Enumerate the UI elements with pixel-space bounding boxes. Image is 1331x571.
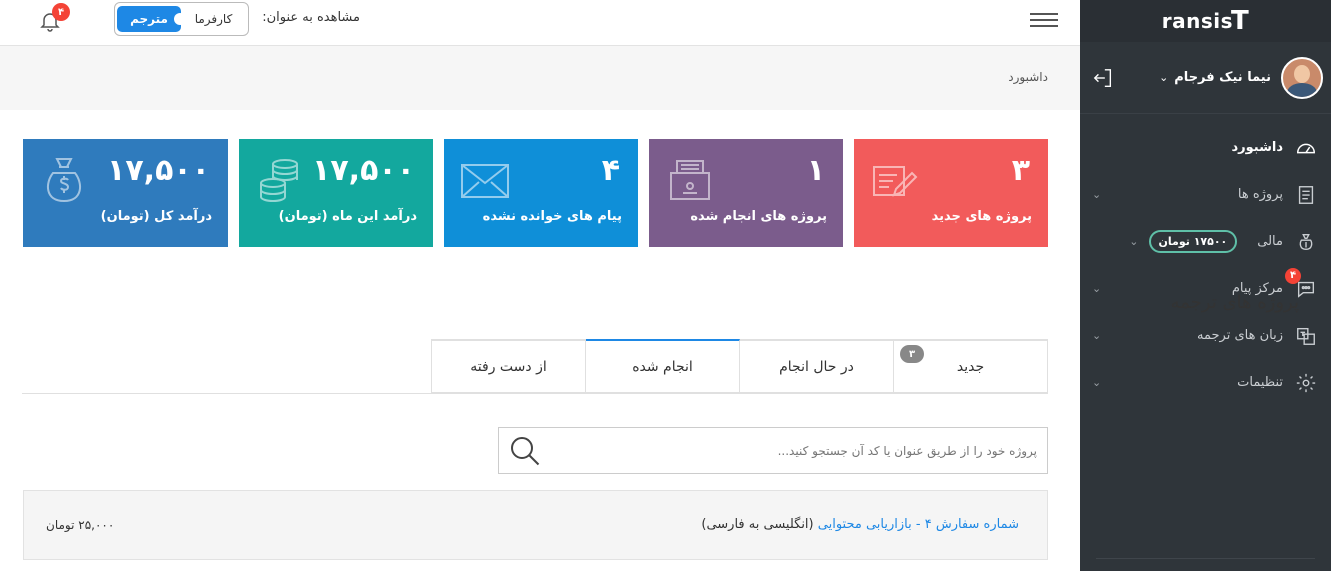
logout-icon[interactable]: [1092, 67, 1114, 89]
project-language-pair: (انگلیسی به فارسی): [701, 517, 818, 532]
project-title: شماره سفارش ۴ - بازاریابی محتوایی (انگلی…: [701, 517, 1019, 532]
project-tabs: جدید ۳ در حال انجام انجام شده از دست رفت…: [431, 339, 1048, 394]
money-bag-icon: [39, 155, 89, 205]
tab-label: در حال انجام: [779, 358, 854, 375]
sidebar-item-label: مالی: [1257, 234, 1283, 249]
tab-label: انجام شده: [632, 358, 693, 375]
stat-card-completed-projects[interactable]: ۱ پروژه های انجام شده: [649, 139, 843, 247]
notification-count-badge: ۴: [52, 3, 70, 21]
stat-value: ۱۷,۵۰۰: [312, 153, 415, 188]
top-bar: مشاهده به عنوان: کارفرما مترجم ۴: [0, 0, 1080, 46]
tab-in-progress[interactable]: در حال انجام: [739, 339, 894, 393]
sidebar: Transis نیما نیک فرجام ⌄ داشبورد پروژه ه…: [1080, 0, 1331, 571]
chevron-down-icon[interactable]: ⌄: [1092, 188, 1101, 201]
gear-icon: [1293, 370, 1319, 396]
role-employer-option[interactable]: کارفرما: [181, 12, 246, 26]
tab-label: جدید: [956, 358, 985, 375]
sidebar-divider: [1096, 558, 1315, 559]
stat-label: درآمد این ماه (تومان): [278, 209, 417, 224]
sidebar-item-label: تنظیمات: [1237, 375, 1283, 390]
stat-value: ۳: [1011, 153, 1030, 188]
search-icon[interactable]: [499, 428, 551, 473]
tab-completed[interactable]: انجام شده: [585, 339, 740, 393]
stat-value: ۴: [601, 153, 620, 188]
edit-note-icon: [870, 155, 920, 205]
chevron-down-icon[interactable]: ⌄: [1092, 282, 1101, 295]
chevron-down-icon[interactable]: ⌄: [1159, 71, 1168, 84]
stat-card-total-income[interactable]: ۱۷,۵۰۰ درآمد کل (تومان): [23, 139, 228, 247]
tab-label: از دست رفته: [470, 358, 547, 375]
stat-label: پیام های خوانده نشده: [482, 209, 622, 224]
sidebar-item-finance[interactable]: مالی ۱۷۵۰۰ تومان ⌄: [1080, 218, 1331, 265]
hamburger-menu-icon[interactable]: [1030, 9, 1058, 31]
sidebar-item-settings[interactable]: تنظیمات ⌄: [1080, 359, 1331, 406]
brand-logo[interactable]: Transis: [1080, 0, 1331, 42]
coins-stack-icon: [255, 155, 305, 205]
sidebar-item-languages[interactable]: زبان های ترجمه ⌄: [1080, 312, 1331, 359]
search-input[interactable]: [551, 428, 1047, 473]
role-toggle[interactable]: کارفرما مترجم: [114, 2, 249, 36]
tab-count-badge: ۳: [900, 345, 924, 363]
stat-value: ۱: [806, 153, 825, 188]
user-panel: نیما نیک فرجام ⌄: [1080, 42, 1331, 114]
stat-value: ۱۷,۵۰۰: [107, 153, 210, 188]
project-link[interactable]: شماره سفارش ۴ - بازاریابی محتوایی: [818, 517, 1019, 532]
breadcrumb[interactable]: داشبورد: [1008, 70, 1048, 84]
stat-label: پروژه های انجام شده: [690, 209, 827, 224]
stat-card-unread-messages[interactable]: ۴ پیام های خوانده نشده: [444, 139, 638, 247]
chevron-down-icon[interactable]: ⌄: [1092, 329, 1101, 342]
project-price: ۲۵,۰۰۰ تومان: [46, 518, 115, 532]
tab-new[interactable]: جدید ۳: [893, 339, 1048, 393]
section-title: پروژه های ترجمه: [1170, 292, 1299, 313]
speedometer-icon: [1293, 135, 1319, 161]
money-bag-icon: [1293, 229, 1319, 255]
logo-text: ransis: [1161, 9, 1234, 33]
sidebar-item-label: داشبورد: [1231, 140, 1283, 155]
message-count-badge: ۴: [1285, 267, 1301, 284]
avatar[interactable]: [1281, 56, 1323, 99]
sidebar-item-label: زبان های ترجمه: [1197, 328, 1283, 343]
view-as-label: مشاهده به عنوان:: [262, 10, 360, 25]
project-search: [498, 427, 1048, 474]
stat-card-new-projects[interactable]: ۳ پروژه های جدید: [854, 139, 1048, 247]
sidebar-item-projects[interactable]: پروژه ها ⌄: [1080, 171, 1331, 218]
chevron-down-icon[interactable]: ⌄: [1092, 376, 1101, 389]
notification-bell-icon[interactable]: ۴: [38, 3, 70, 33]
role-translator-option[interactable]: مترجم: [117, 6, 186, 32]
stat-label: درآمد کل (تومان): [100, 209, 212, 224]
sidebar-item-label: پروژه ها: [1237, 187, 1283, 202]
document-icon: [1293, 182, 1319, 208]
translate-icon: [1293, 323, 1319, 349]
logo-mark: T: [1231, 6, 1250, 36]
sidebar-menu: داشبورد پروژه ها ⌄ مالی ۱۷۵۰۰ تومان ⌄ ۴ …: [1080, 114, 1331, 406]
envelope-icon: [460, 155, 510, 205]
stat-label: پروژه های جدید: [931, 209, 1032, 224]
archive-box-icon: [665, 155, 715, 205]
breadcrumb-bar: داشبورد: [0, 46, 1080, 110]
chevron-down-icon[interactable]: ⌄: [1129, 235, 1138, 248]
balance-badge: ۱۷۵۰۰ تومان: [1148, 230, 1238, 253]
user-name[interactable]: نیما نیک فرجام: [1174, 70, 1271, 85]
list-item: شماره سفارش ۴ - بازاریابی محتوایی (انگلی…: [23, 490, 1048, 560]
sidebar-item-dashboard[interactable]: داشبورد: [1080, 124, 1331, 171]
tab-lost[interactable]: از دست رفته: [431, 339, 586, 393]
stat-card-month-income[interactable]: ۱۷,۵۰۰ درآمد این ماه (تومان): [239, 139, 433, 247]
